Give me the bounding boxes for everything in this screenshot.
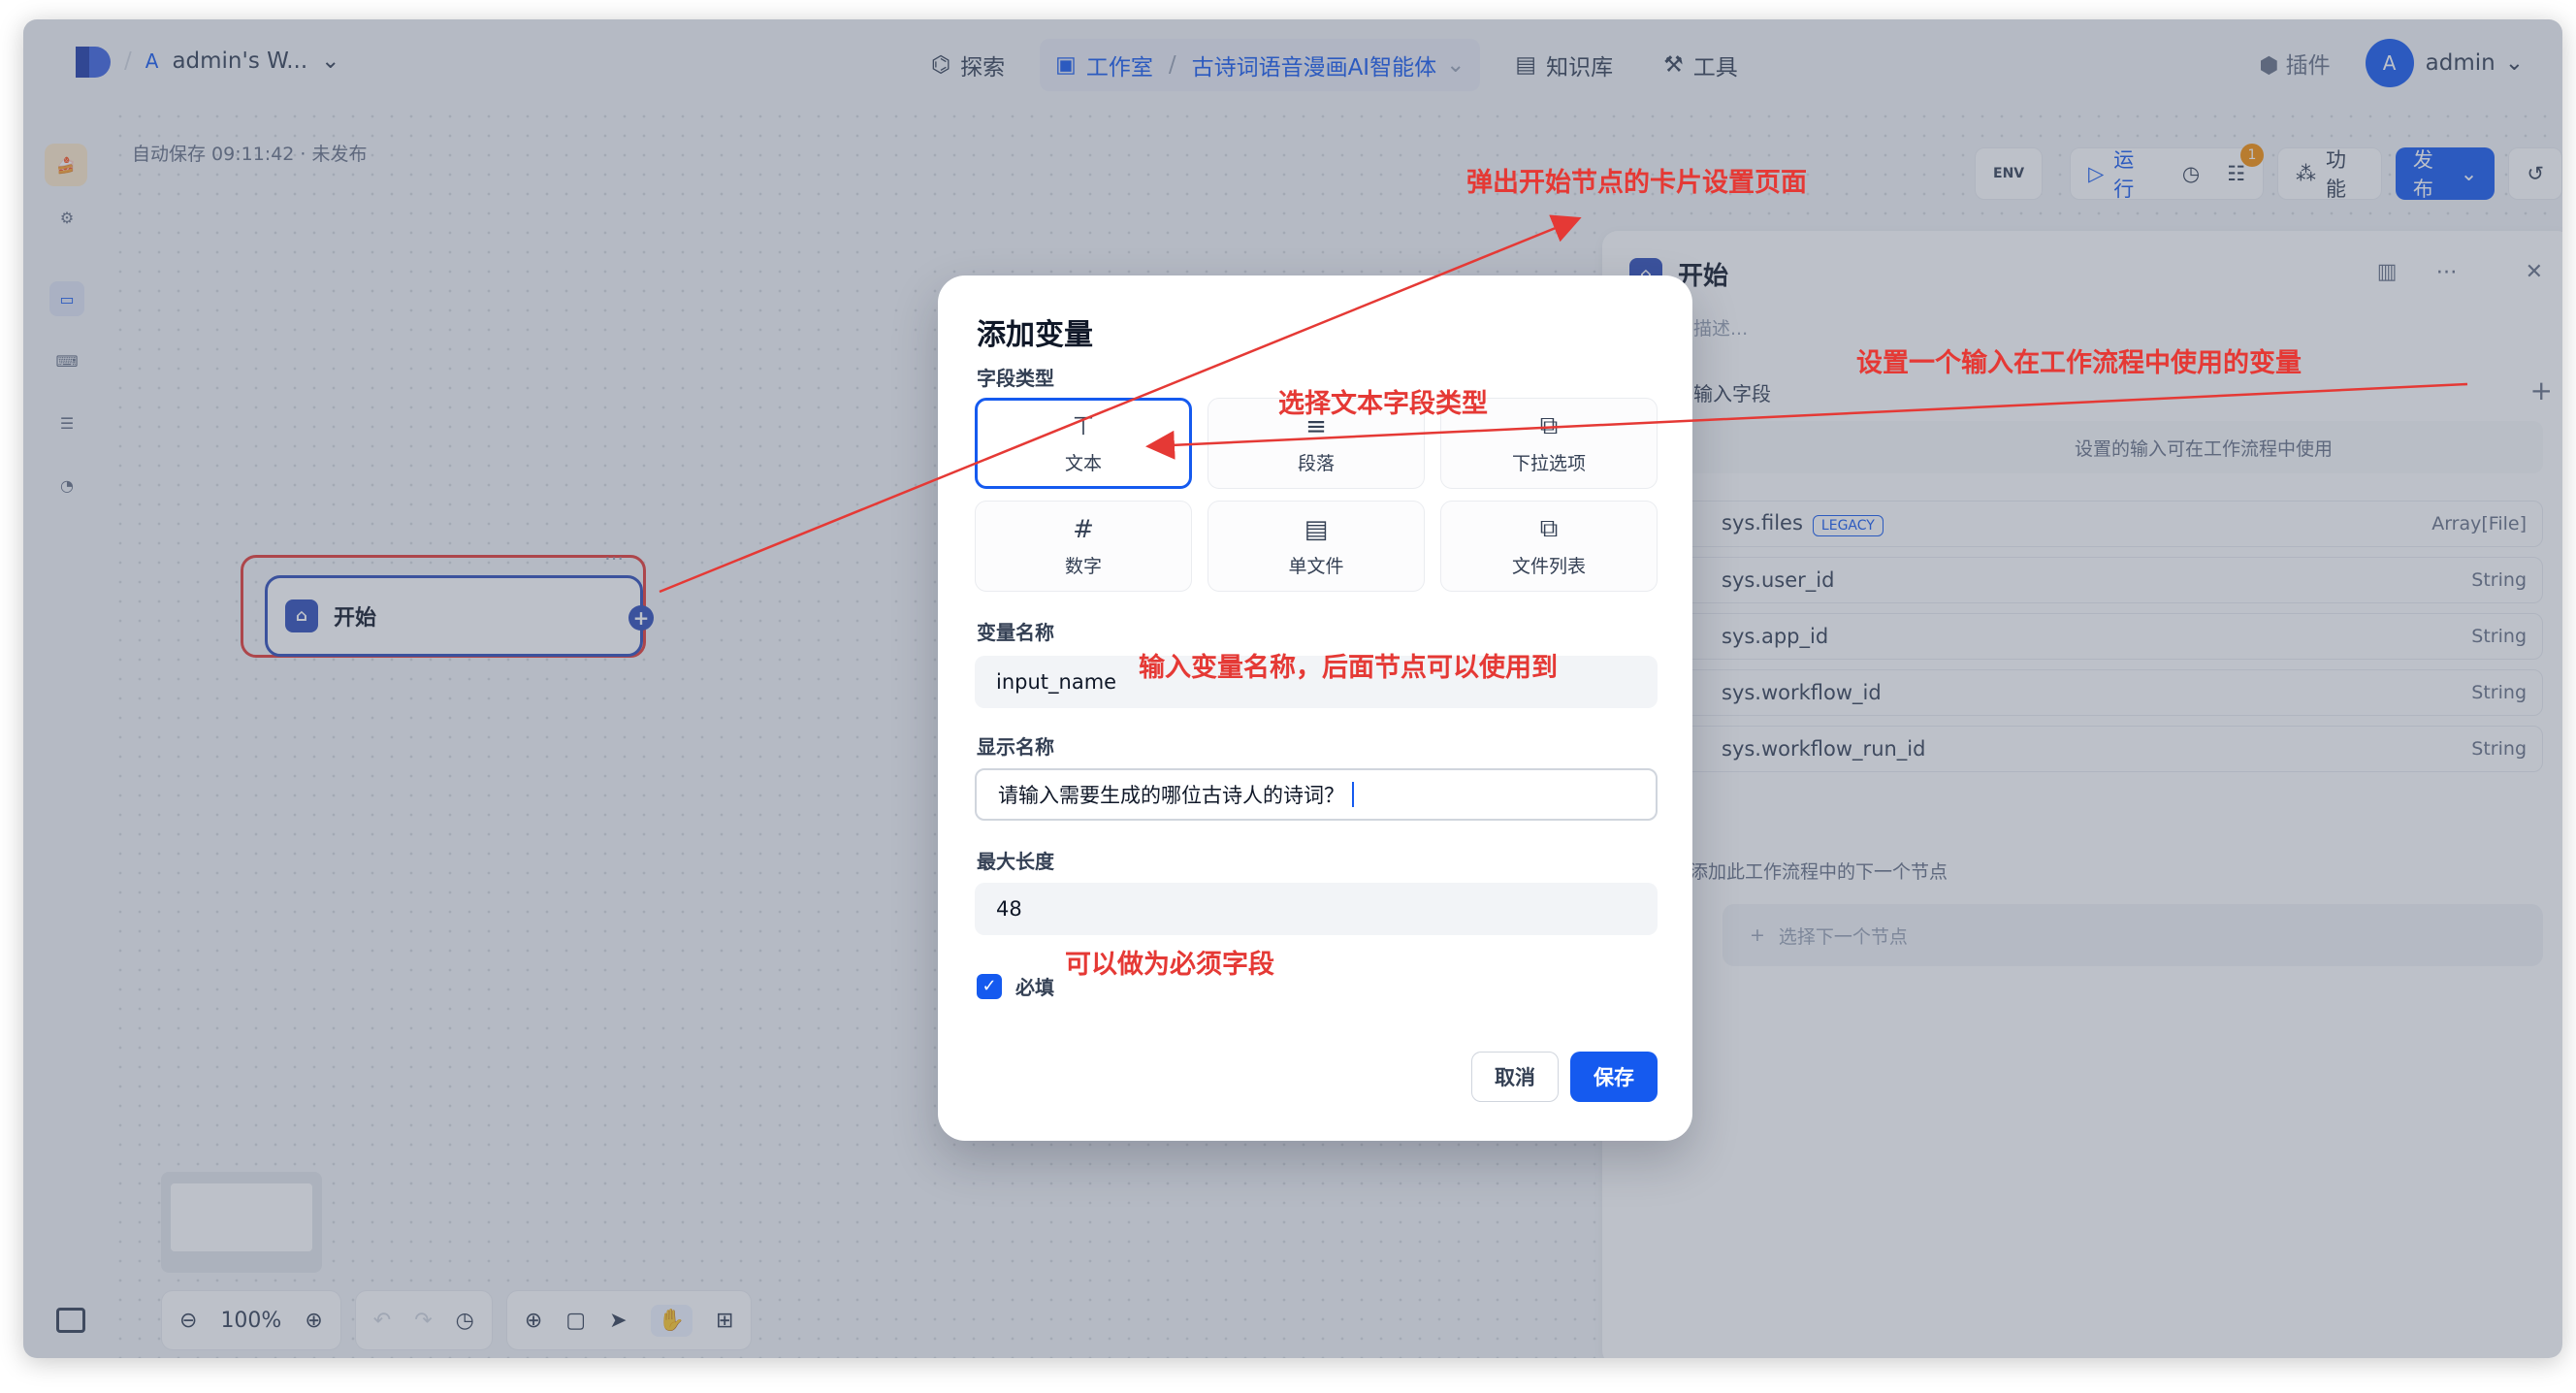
annotation-variable: 设置一个输入在工作流程中使用的变量	[1856, 348, 2302, 378]
annotation-required: 可以做为必须字段	[1065, 950, 1274, 980]
annotation-panel: 弹出开始节点的卡片设置页面	[1466, 168, 1807, 198]
annotation-var-name: 输入变量名称，后面节点可以使用到	[1139, 653, 1558, 683]
annotation-arrows	[659, 214, 2468, 594]
app-window: / A admin's W... ⌄ ⌬ 探索 ▣ 工作室 / 古诗词语音漫画A…	[23, 19, 2562, 1358]
annotation-text-type: 选择文本字段类型	[1278, 389, 1488, 419]
